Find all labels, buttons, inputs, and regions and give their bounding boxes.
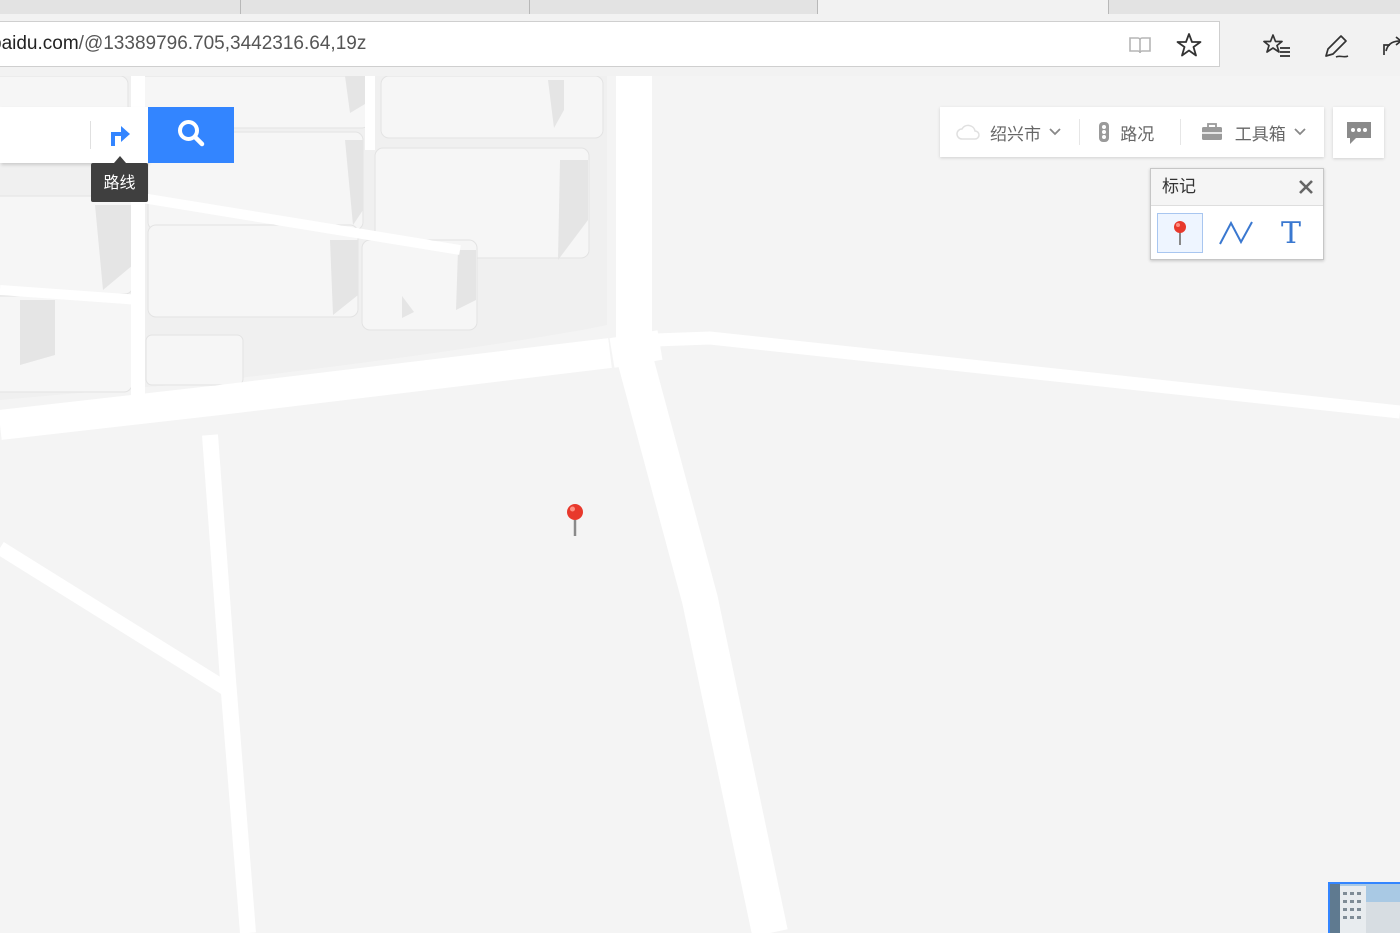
text-tool-button[interactable]: T [1268, 213, 1314, 253]
route-tooltip: 路线 [91, 156, 148, 202]
browser-tab-strip [0, 0, 1400, 14]
search-icon [176, 118, 206, 152]
browser-tab-active[interactable] [818, 0, 1109, 14]
browser-toolbar: baidu.com/@13389796.705,3442316.64,19z [0, 14, 1400, 77]
search-button[interactable] [148, 107, 234, 163]
address-text[interactable]: baidu.com/@13389796.705,3442316.64,19z [0, 22, 366, 66]
close-icon [1299, 180, 1313, 194]
toolbox-label: 工具箱 [1234, 124, 1286, 145]
browser-tab[interactable] [0, 0, 241, 14]
traffic-light-icon [1098, 121, 1110, 143]
browser-tab[interactable] [530, 0, 818, 14]
mark-panel-title: 标记 [1162, 177, 1196, 197]
traffic-label: 路况 [1120, 124, 1155, 145]
toolbox-button[interactable]: 工具箱 [1181, 107, 1324, 157]
browser-tab[interactable] [1109, 0, 1400, 14]
search-input[interactable] [0, 107, 92, 165]
marker-tool-button[interactable] [1157, 213, 1203, 253]
close-button[interactable] [1295, 176, 1317, 198]
route-arrow-icon [106, 120, 132, 152]
chevron-down-icon [1049, 128, 1061, 136]
polyline-icon [1218, 220, 1254, 246]
favorite-star-icon[interactable] [1175, 31, 1203, 59]
search-box [0, 107, 148, 165]
street-view-thumbnail[interactable] [1328, 882, 1400, 933]
pin-icon [1173, 220, 1187, 246]
url-host: baidu.com [0, 33, 79, 54]
mark-panel-header: 标记 [1151, 169, 1323, 206]
message-button[interactable] [1333, 107, 1384, 158]
chevron-down-icon [1294, 128, 1306, 136]
toolbox-briefcase-icon [1201, 123, 1223, 141]
route-button[interactable] [94, 115, 144, 157]
search-divider [90, 121, 91, 149]
favorites-hub-icon[interactable] [1262, 31, 1292, 61]
map-toolbar: 绍兴市 路况 工具箱 [940, 107, 1324, 157]
mark-panel: 标记 T [1150, 168, 1324, 260]
city-selector[interactable]: 绍兴市 [940, 107, 1079, 157]
polyline-tool-button[interactable] [1213, 213, 1259, 253]
traffic-button[interactable]: 路况 [1080, 107, 1180, 157]
address-bar[interactable]: baidu.com/@13389796.705,3442316.64,19z [0, 21, 1220, 67]
cloud-weather-icon [956, 124, 980, 140]
browser-tab[interactable] [241, 0, 530, 14]
url-path: /@13389796.705,3442316.64,19z [78, 33, 367, 54]
text-tool-glyph: T [1280, 215, 1301, 251]
web-note-pen-icon[interactable] [1321, 31, 1351, 61]
chat-bubble-icon [1345, 120, 1373, 146]
city-name: 绍兴市 [990, 124, 1041, 145]
share-icon[interactable] [1380, 31, 1400, 61]
reading-view-icon[interactable] [1127, 32, 1153, 58]
